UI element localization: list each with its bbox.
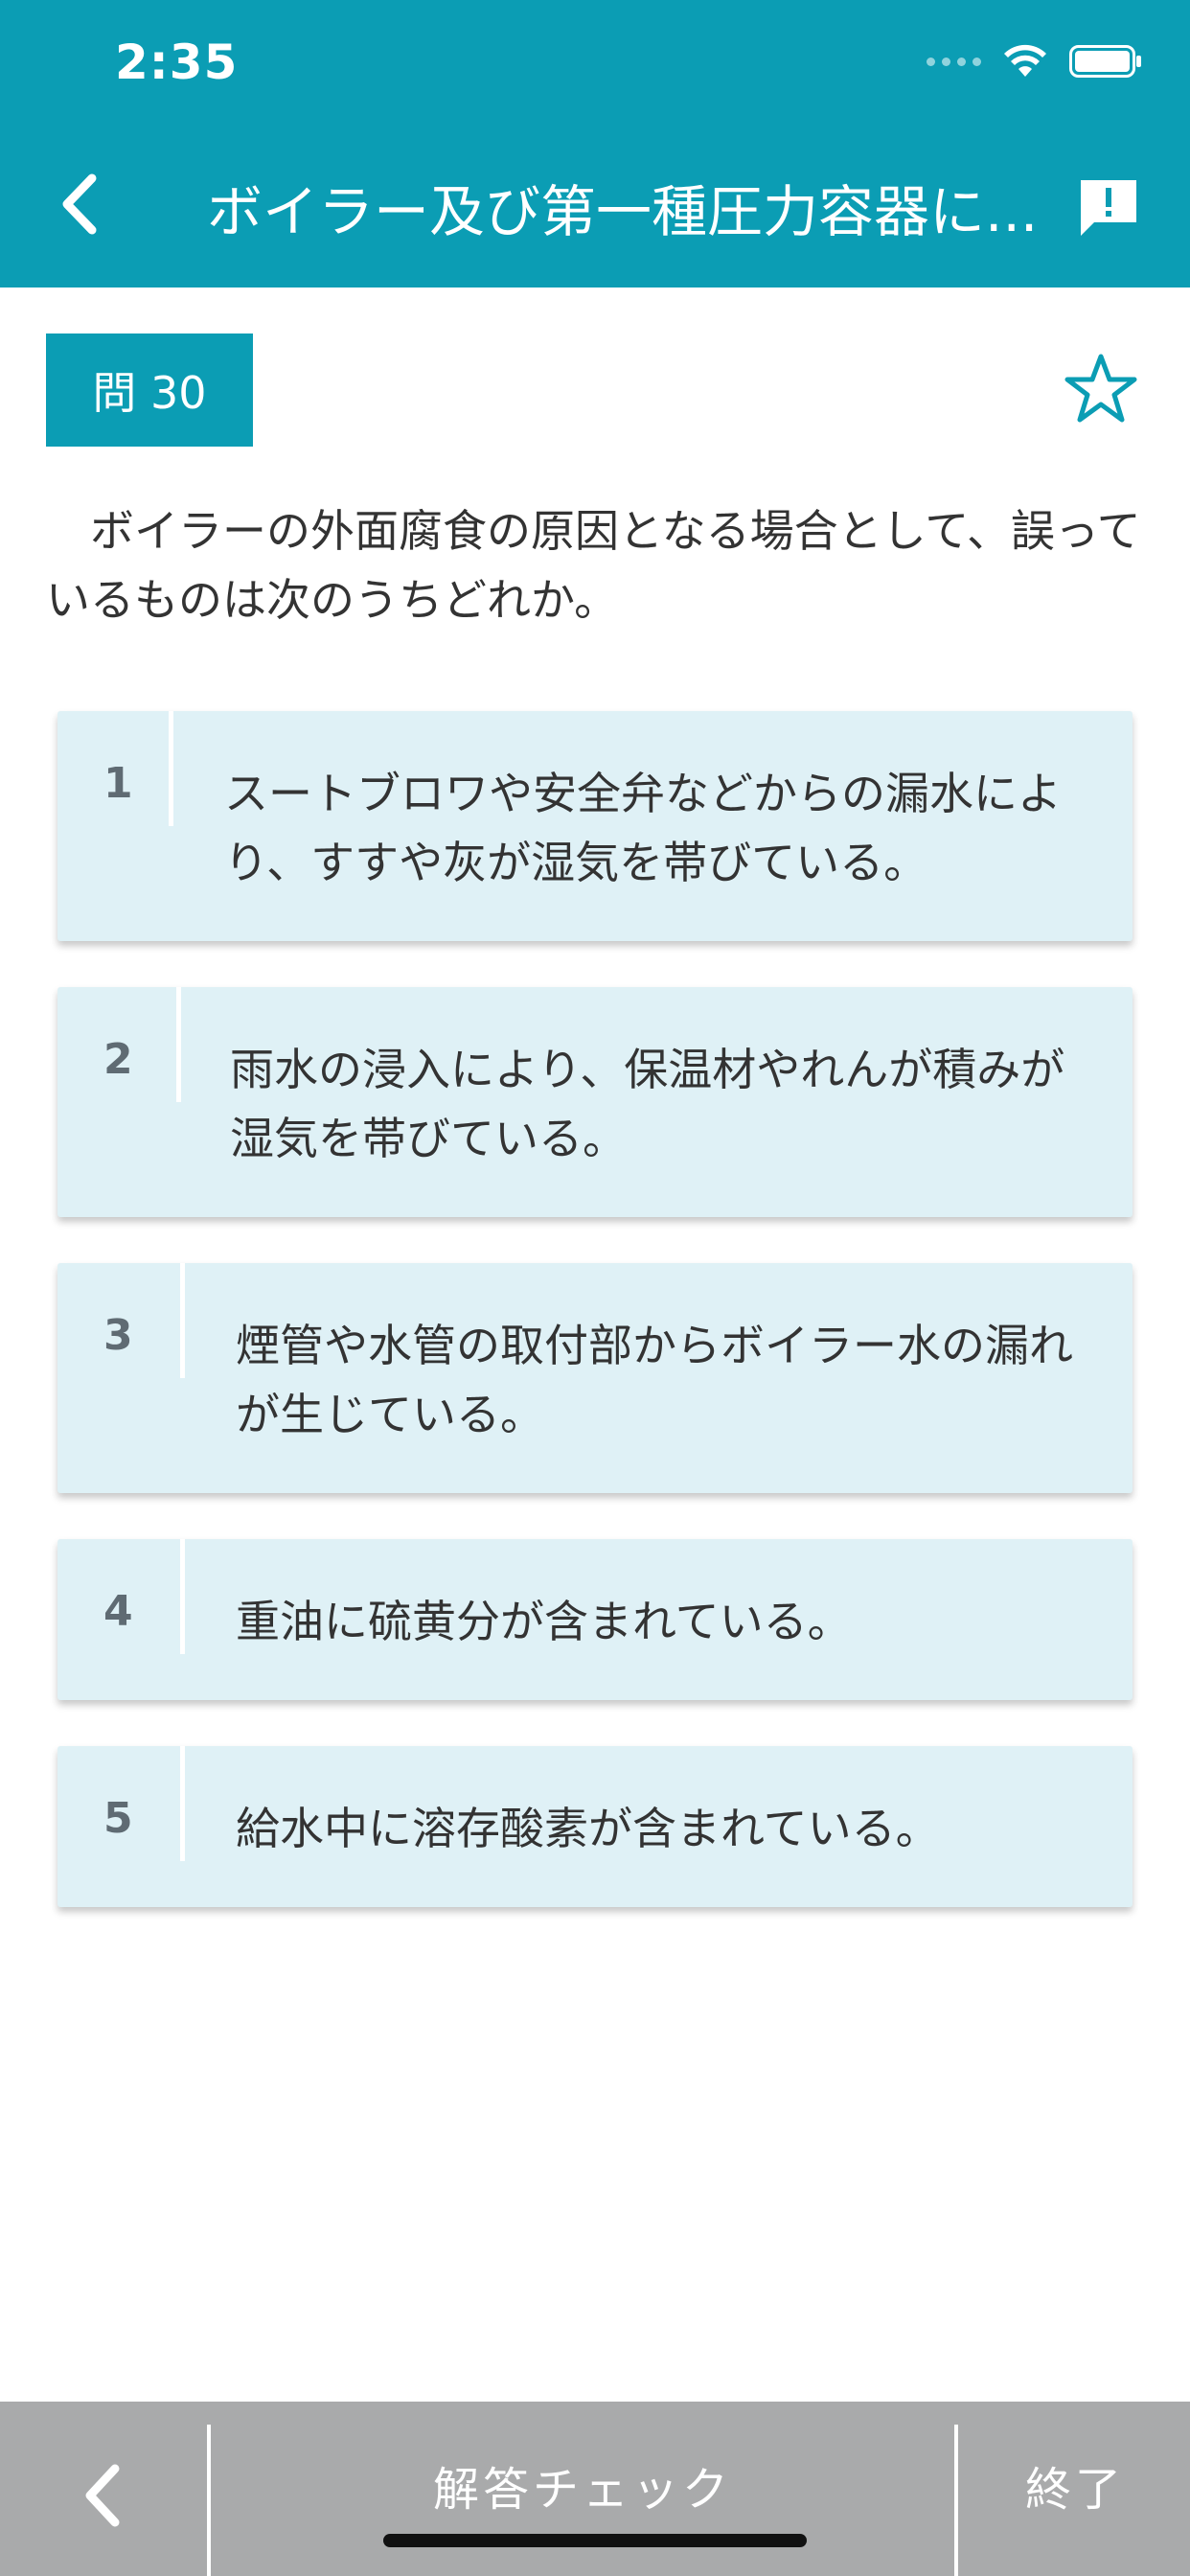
choice-4[interactable]: 4 重油に硫黄分が含まれている。 — [57, 1539, 1133, 1700]
choice-text: 給水中に溶存酸素が含まれている。 — [236, 1803, 940, 1854]
app-header: 2:35 ボイラー及び第一種圧力容器に... — [0, 0, 1190, 288]
back-button[interactable] — [54, 171, 111, 238]
choice-text: 煙管や水管の取付部からボイラー水の漏れが生じている。 — [236, 1320, 1073, 1440]
status-icons — [927, 44, 1142, 79]
finish-button[interactable]: 終了 — [960, 2451, 1190, 2518]
choice-2[interactable]: 2 雨水の浸入により、保温材やれんが積みが湿気を帯びている。 — [57, 987, 1133, 1217]
choice-text: 重油に硫黄分が含まれている。 — [236, 1596, 852, 1647]
star-outline-icon — [1064, 354, 1137, 423]
bookmark-button[interactable] — [1064, 351, 1138, 426]
choice-divider — [180, 1263, 185, 1378]
chevron-left-icon — [85, 2464, 120, 2527]
question-text: ボイラーの外面腐食の原因となる場合として、誤っているものは次のうちどれか。 — [46, 505, 1141, 626]
cellular-signal-icon — [927, 57, 981, 66]
choice-number: 1 — [103, 759, 133, 808]
choice-5[interactable]: 5 給水中に溶存酸素が含まれている。 — [57, 1746, 1133, 1907]
home-indicator — [383, 2534, 807, 2547]
page-title: ボイラー及び第一種圧力容器に... — [207, 179, 1039, 244]
choice-text: 雨水の浸入により、保温材やれんが積みが湿気を帯びている。 — [230, 1044, 1065, 1164]
choice-number: 3 — [103, 1311, 133, 1360]
choice-divider — [176, 987, 181, 1102]
choice-text: スートブロワや安全弁などからの漏水により、すすや灰が湿気を帯びている。 — [224, 768, 1062, 888]
choice-divider — [180, 1746, 185, 1861]
report-button[interactable] — [1077, 176, 1140, 238]
answer-check-button[interactable]: 解答チェック — [211, 2451, 954, 2518]
status-time: 2:35 — [115, 34, 239, 90]
choice-1[interactable]: 1 スートブロワや安全弁などからの漏水により、すすや灰が湿気を帯びている。 — [57, 711, 1133, 941]
wifi-icon — [1004, 44, 1046, 77]
report-icon — [1081, 180, 1136, 236]
toolbar-divider — [954, 2425, 958, 2576]
question-number-badge: 問 30 — [46, 334, 253, 447]
choice-divider — [180, 1539, 185, 1654]
chevron-left-icon — [62, 173, 97, 235]
battery-icon — [1069, 45, 1141, 78]
bottom-toolbar: 解答チェック 終了 — [0, 2402, 1190, 2576]
choice-number: 2 — [103, 1035, 133, 1084]
choice-number: 4 — [103, 1587, 133, 1636]
choice-3[interactable]: 3 煙管や水管の取付部からボイラー水の漏れが生じている。 — [57, 1263, 1133, 1493]
previous-question-button[interactable] — [80, 2463, 126, 2528]
choice-divider — [169, 711, 173, 826]
choice-number: 5 — [103, 1794, 133, 1843]
